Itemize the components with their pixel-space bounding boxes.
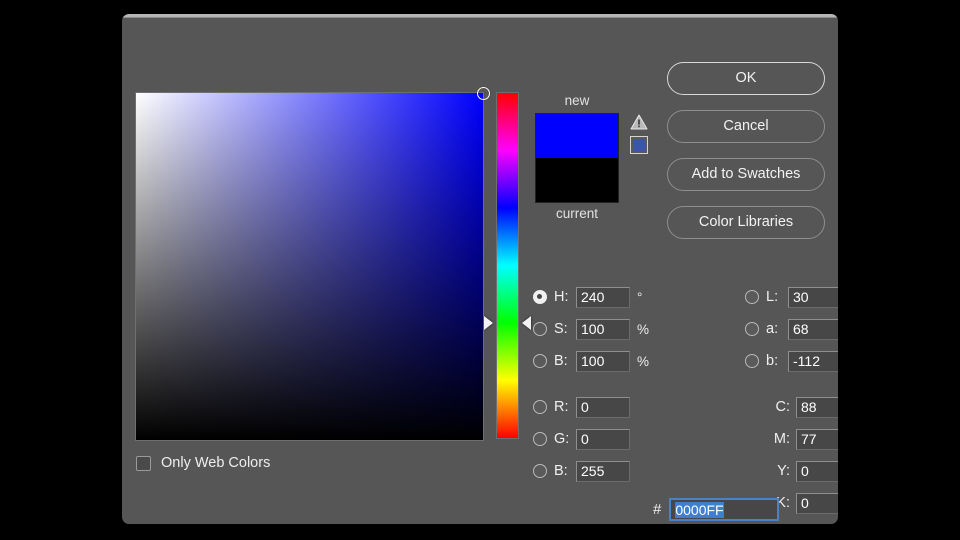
new-color-label: new xyxy=(535,92,619,110)
hue-gradient-strip[interactable] xyxy=(496,92,519,439)
radio-lightness[interactable] xyxy=(745,290,759,304)
input-lab-b[interactable] xyxy=(788,351,838,372)
hsb-row-b: B: % xyxy=(533,350,651,372)
radio-lab-a[interactable] xyxy=(745,322,759,336)
lab-row-l: L: xyxy=(745,286,838,308)
hsb-row-s: S: % xyxy=(533,318,651,340)
out-of-gamut-color-chip[interactable] xyxy=(630,136,648,154)
out-of-gamut-color-fill xyxy=(633,139,645,151)
input-saturation[interactable] xyxy=(576,319,630,340)
input-hue[interactable] xyxy=(576,287,630,308)
color-preview-block: new current xyxy=(535,92,619,223)
label-hue: H: xyxy=(554,289,576,305)
dialog-body: Only Web Colors new current OK C xyxy=(122,18,838,496)
input-blue[interactable] xyxy=(576,461,630,482)
gamut-warning-column xyxy=(630,114,650,154)
cmyk-row-y: Y: % xyxy=(745,460,838,482)
input-black[interactable] xyxy=(796,493,838,514)
label-saturation: S: xyxy=(554,321,576,337)
hex-row: # xyxy=(653,498,779,521)
hue-slider-left-arrow-handle[interactable] xyxy=(484,316,493,330)
input-magenta[interactable] xyxy=(796,429,838,450)
unit-hue: ° xyxy=(637,290,651,305)
current-color-swatch[interactable] xyxy=(536,158,618,202)
saturation-brightness-gradient[interactable] xyxy=(136,93,483,440)
input-yellow[interactable] xyxy=(796,461,838,482)
saturation-brightness-field[interactable] xyxy=(135,92,484,441)
color-libraries-button[interactable]: Color Libraries xyxy=(667,206,825,239)
cancel-button[interactable]: Cancel xyxy=(667,110,825,143)
ok-button[interactable]: OK xyxy=(667,62,825,95)
input-red[interactable] xyxy=(576,397,630,418)
label-lightness: L: xyxy=(766,289,788,305)
color-selection-marker[interactable] xyxy=(477,87,490,100)
hsb-column: H: ° S: % B: % xyxy=(533,286,651,492)
color-swatch-stack xyxy=(535,113,619,203)
lab-row-b: b: xyxy=(745,350,838,372)
new-color-swatch[interactable] xyxy=(536,114,618,158)
warning-triangle-icon[interactable] xyxy=(630,114,648,130)
radio-brightness[interactable] xyxy=(533,354,547,368)
label-brightness: B: xyxy=(554,353,576,369)
hex-input[interactable] xyxy=(669,498,779,521)
radio-red[interactable] xyxy=(533,400,547,414)
label-yellow: Y: xyxy=(766,463,790,479)
cmyk-row-c: C: % xyxy=(745,396,838,418)
label-cyan: C: xyxy=(766,399,790,415)
only-web-colors-label: Only Web Colors xyxy=(161,455,270,471)
rgb-row-g: G: xyxy=(533,428,651,450)
only-web-colors-row[interactable]: Only Web Colors xyxy=(136,455,270,471)
label-green: G: xyxy=(554,431,576,447)
unit-brightness: % xyxy=(637,354,651,369)
add-to-swatches-button[interactable]: Add to Swatches xyxy=(667,158,825,191)
dialog-button-group: OK Cancel Add to Swatches Color Librarie… xyxy=(667,62,825,254)
input-lightness[interactable] xyxy=(788,287,838,308)
input-brightness[interactable] xyxy=(576,351,630,372)
hsb-row-h: H: ° xyxy=(533,286,651,308)
radio-blue[interactable] xyxy=(533,464,547,478)
radio-hue[interactable] xyxy=(533,290,547,304)
input-lab-a[interactable] xyxy=(788,319,838,340)
cmyk-row-m: M: % xyxy=(745,428,838,450)
lab-column: L: a: b: xyxy=(745,286,838,382)
unit-saturation: % xyxy=(637,322,651,337)
label-blue: B: xyxy=(554,463,576,479)
hex-hash-label: # xyxy=(653,501,661,518)
only-web-colors-checkbox[interactable] xyxy=(136,456,151,471)
label-magenta: M: xyxy=(766,431,790,447)
input-green[interactable] xyxy=(576,429,630,450)
radio-green[interactable] xyxy=(533,432,547,446)
label-lab-b: b: xyxy=(766,353,788,369)
color-picker-dialog: Color Picker (Foreground Color) Only Web… xyxy=(122,14,838,524)
label-lab-a: a: xyxy=(766,321,788,337)
input-cyan[interactable] xyxy=(796,397,838,418)
radio-lab-b[interactable] xyxy=(745,354,759,368)
radio-saturation[interactable] xyxy=(533,322,547,336)
label-red: R: xyxy=(554,399,576,415)
rgb-row-b: B: xyxy=(533,460,651,482)
current-color-label: current xyxy=(535,205,619,223)
rgb-row-r: R: xyxy=(533,396,651,418)
hue-slider-right-arrow-handle[interactable] xyxy=(522,316,531,330)
lab-row-a: a: xyxy=(745,318,838,340)
hue-slider[interactable] xyxy=(496,92,519,439)
